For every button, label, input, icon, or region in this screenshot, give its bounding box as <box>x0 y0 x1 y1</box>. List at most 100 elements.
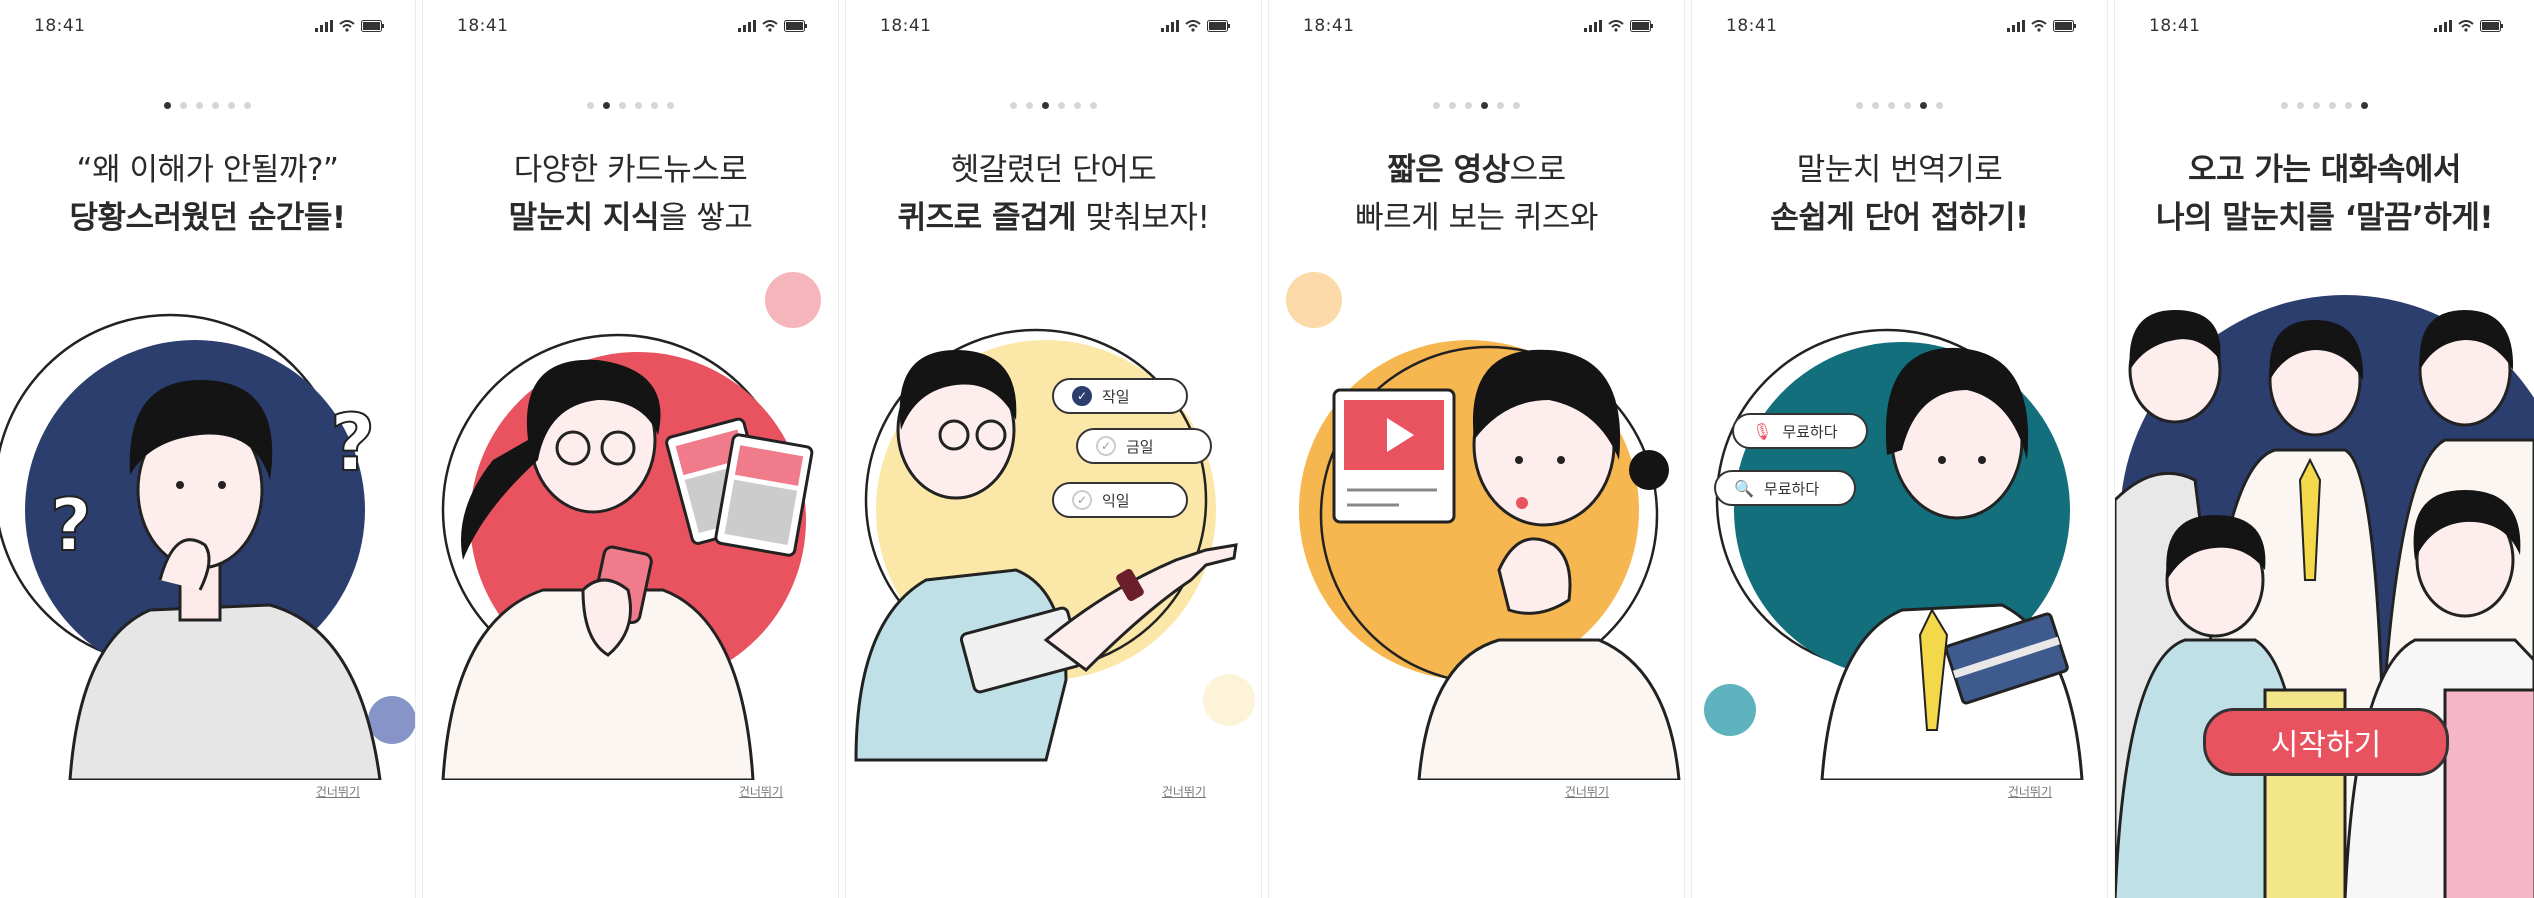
status-icons <box>315 20 385 32</box>
page-dot <box>2329 102 2336 109</box>
page-dot <box>1058 102 1065 109</box>
page-dot <box>164 102 171 109</box>
headline: 말눈치 번역기로 손쉽게 단어 접하기! <box>1692 146 2107 242</box>
wifi-icon <box>2458 20 2474 32</box>
illustration-group-conversation <box>2115 295 2534 898</box>
page-dot <box>244 102 251 109</box>
onboarding-screen-3: 18:41 헷갈렸던 단어도 퀴즈로 즐겁게 맞춰보자! ✓ 작일 ✓ 금일 ✓ 익일… <box>846 0 1261 898</box>
check-icon: ✓ <box>1072 386 1092 406</box>
headline-rest: 맞춰보자! <box>1076 200 1210 236</box>
page-dot <box>180 102 187 109</box>
headline-highlight: 퀴즈로 즐겁게 <box>895 194 1079 242</box>
headline-highlight: 짧은 영상 <box>1385 146 1513 194</box>
check-icon: ✓ <box>1072 490 1092 510</box>
page-dot <box>1433 102 1440 109</box>
skip-link[interactable]: 건너뛰기 <box>2008 783 2052 800</box>
check-icon: ✓ <box>1096 436 1116 456</box>
wifi-icon <box>1185 20 1201 32</box>
wifi-icon <box>339 20 355 32</box>
headline-highlight: 말눈치를 ‘말끔’하게 <box>2220 194 2482 242</box>
page-dot <box>1090 102 1097 109</box>
status-icons <box>1584 20 1654 32</box>
quiz-option-label: 익일 <box>1102 491 1130 510</box>
page-dot <box>196 102 203 109</box>
headline-rest: 으로 <box>1509 152 1567 188</box>
headline-line1: “왜 이해가 안될까?” <box>76 152 339 188</box>
page-dot <box>635 102 642 109</box>
quiz-option[interactable]: ✓ 금일 <box>1076 428 1212 464</box>
skip-link[interactable]: 건너뛰기 <box>739 783 783 800</box>
translate-voice-chip[interactable]: 🎙 무료하다 <box>1732 413 1868 449</box>
page-dot <box>1449 102 1456 109</box>
page-dot <box>1936 102 1943 109</box>
page-dot <box>651 102 658 109</box>
headline-line1: 헷갈렸던 단어도 <box>950 152 1157 188</box>
headline: 짧은 영상으로 빠르게 보는 퀴즈와 <box>1269 146 1684 242</box>
start-button-label: 시작하기 <box>2270 728 2382 763</box>
page-dot <box>603 102 610 109</box>
illustration-quiz-man <box>854 328 1255 762</box>
illustration-translator-woman <box>1704 328 2084 780</box>
signal-icon <box>2007 20 2025 32</box>
signal-icon <box>2434 20 2452 32</box>
question-mark-icon: ? <box>330 399 375 489</box>
onboarding-screen-1: 18:41 “왜 이해가 안될까?” 당황스러웠던 순간들! ? ? 건너뛰기 <box>0 0 415 898</box>
search-icon: 🔍 <box>1734 478 1754 498</box>
page-dot <box>228 102 235 109</box>
status-time: 18:41 <box>2149 16 2201 36</box>
onboarding-screen-5: 18:41 말눈치 번역기로 손쉽게 단어 접하기! 🎙 무료하다 🔍 무료하다 건… <box>1692 0 2107 898</box>
battery-icon <box>784 20 807 32</box>
signal-icon <box>1161 20 1179 32</box>
status-bar: 18:41 <box>880 16 1231 38</box>
page-dot <box>1872 102 1879 109</box>
status-bar: 18:41 <box>1303 16 1654 38</box>
signal-icon <box>738 20 756 32</box>
headline: 오고 가는 대화속에서 나의 말눈치를 ‘말끔’하게! <box>2115 146 2534 242</box>
status-icons <box>2434 20 2504 32</box>
headline: 헷갈렸던 단어도 퀴즈로 즐겁게 맞춰보자! <box>846 146 1261 242</box>
page-indicator <box>423 102 838 109</box>
page-dot <box>1465 102 1472 109</box>
page-dot <box>1513 102 1520 109</box>
start-button[interactable]: 시작하기 <box>2203 708 2449 776</box>
microphone-icon: 🎙 <box>1752 421 1773 441</box>
headline-highlight: 당황스러웠던 순간들! <box>67 194 348 242</box>
status-bar: 18:41 <box>34 16 385 38</box>
skip-link[interactable]: 건너뛰기 <box>1565 783 1609 800</box>
status-bar: 18:41 <box>457 16 808 38</box>
page-indicator <box>2115 102 2534 109</box>
page-dot <box>2361 102 2368 109</box>
headline-line1: 다양한 카드뉴스로 <box>513 152 748 188</box>
status-time: 18:41 <box>880 16 932 36</box>
quiz-option[interactable]: ✓ 익일 <box>1052 482 1188 518</box>
quiz-option-label: 작일 <box>1102 387 1130 406</box>
battery-icon <box>1630 20 1653 32</box>
status-icons <box>2007 20 2077 32</box>
headline-post: ! <box>2479 200 2493 236</box>
headline-pre: 나의 <box>2156 200 2223 236</box>
skip-link[interactable]: 건너뛰기 <box>316 783 360 800</box>
page-dot <box>619 102 626 109</box>
battery-icon <box>2053 20 2076 32</box>
translate-search-chip[interactable]: 🔍 무료하다 <box>1714 470 1856 506</box>
signal-icon <box>315 20 333 32</box>
skip-link[interactable]: 건너뛰기 <box>1162 783 1206 800</box>
headline: “왜 이해가 안될까?” 당황스러웠던 순간들! <box>0 146 415 242</box>
quiz-option[interactable]: ✓ 작일 <box>1052 378 1188 414</box>
headline-line1: 말눈치 번역기로 <box>1796 152 2003 188</box>
status-icons <box>1161 20 1231 32</box>
page-dot <box>1497 102 1504 109</box>
page-dot <box>1074 102 1081 109</box>
headline-line2: 빠르게 보는 퀴즈와 <box>1355 200 1598 236</box>
page-dot <box>1010 102 1017 109</box>
page-dot <box>2297 102 2304 109</box>
headline-highlight: 말눈치 지식 <box>506 194 662 242</box>
illustration-confused-man: ? ? <box>0 313 415 780</box>
page-dot <box>2313 102 2320 109</box>
headline: 다양한 카드뉴스로 말눈치 지식을 쌓고 <box>423 146 838 242</box>
page-dot <box>667 102 674 109</box>
question-mark-icon: ? <box>50 483 92 567</box>
page-indicator <box>1269 102 1684 109</box>
headline-highlight: 손쉽게 단어 접하기! <box>1768 194 2032 242</box>
translate-chip-label: 무료하다 <box>1763 479 1820 498</box>
